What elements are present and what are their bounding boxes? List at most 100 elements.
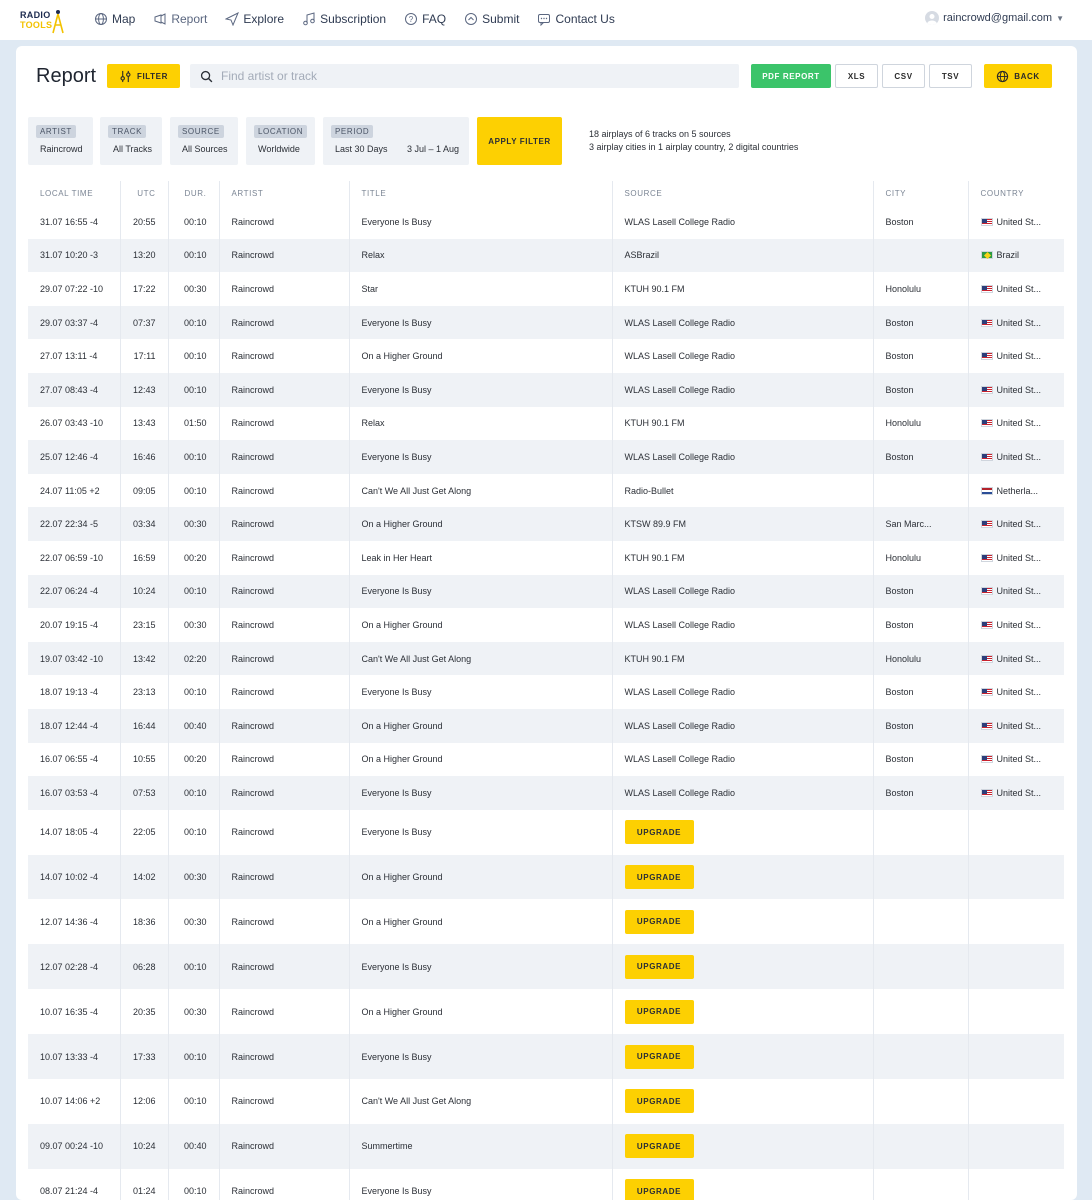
cell-city: Honolulu [872,641,968,676]
upgrade-button[interactable]: UPGRADE [624,999,694,1024]
filter-source[interactable]: SOURCE All Sources [170,117,238,165]
table-row[interactable]: 18.07 12:44 -4 16:44 00:40 Raincrowd On a Hi… [28,708,1064,743]
table-row[interactable]: 09.07 00:24 -10 10:24 00:40 Raincrowd Summer… [28,1123,1064,1169]
cell-country: Netherla... [967,473,1064,508]
country-label: United St... [996,519,1042,530]
cell-country: United St... [967,372,1064,407]
table-row[interactable]: 25.07 12:46 -4 16:46 00:10 Raincrowd Everyon… [28,440,1064,474]
cell-local-time: 19.07 03:42 -10 [28,641,120,676]
cell-utc: 22:05 [119,809,168,855]
table-row[interactable]: 10.07 16:35 -4 20:35 00:30 Raincrowd On a Hi… [28,989,1064,1035]
filter-period[interactable]: PERIOD Last 30 Days 3 Jul – 1 Aug [323,117,469,165]
upgrade-button[interactable]: UPGRADE [624,954,694,979]
send-icon [225,12,240,26]
filter-track[interactable]: TRACK All Tracks [100,117,162,165]
nav-map[interactable]: Map [94,12,135,26]
user-menu[interactable]: raincrowd@gmail.com ▼ [925,11,1064,25]
upgrade-button[interactable]: UPGRADE [624,909,694,934]
cell-utc: 03:34 [119,507,168,541]
pdf-report-button[interactable]: PDF REPORT [751,64,831,88]
tsv-button[interactable]: TSV [929,64,972,88]
table-row[interactable]: 27.07 13:11 -4 17:11 00:10 Raincrowd On a Hi… [28,339,1064,373]
table-row[interactable]: 14.07 10:02 -4 14:02 00:30 Raincrowd On a Hi… [28,854,1064,900]
header-country[interactable]: COUNTRY [967,181,1064,205]
cell-local-time: 31.07 10:20 -3 [28,238,120,273]
cell-local-time: 10.07 13:33 -4 [28,1034,120,1080]
cell-duration: 00:30 [167,507,219,541]
table-row[interactable]: 22.07 06:24 -4 10:24 00:10 Raincrowd Everyon… [28,574,1064,609]
nav-faq[interactable]: ? FAQ [404,12,446,26]
cell-title: Everyone Is Busy [348,776,612,810]
country-label: United St... [996,754,1042,765]
back-button-label: BACK [1014,71,1040,81]
nav-submit[interactable]: Submit [464,12,519,26]
country-label: Brazil [996,250,1020,261]
table-row[interactable]: 14.07 18:05 -4 22:05 00:10 Raincrowd Everyon… [28,809,1064,855]
cell-artist: Raincrowd [218,305,349,340]
filter-location[interactable]: LOCATION Worldwide [246,117,315,165]
nav-subscription[interactable]: Subscription [302,12,386,26]
header-artist[interactable]: ARTIST [218,181,349,205]
cell-source: KTUH 90.1 FM [611,406,873,441]
flag-us-icon [980,284,993,293]
nav-report[interactable]: Report [153,12,207,26]
table-row[interactable]: 29.07 03:37 -4 07:37 00:10 Raincrowd Everyon… [28,305,1064,340]
cell-source: WLAS Lasell College Radio [611,205,873,239]
cell-source: WLAS Lasell College Radio [611,574,873,609]
search-input[interactable] [221,69,721,83]
cell-city: San Marc... [872,507,968,541]
table-row[interactable]: 26.07 03:43 -10 13:43 01:50 Raincrowd Relax K… [28,406,1064,441]
radio-tools-logo[interactable]: RADIO TOOLS [20,4,66,36]
xls-button[interactable]: XLS [835,64,878,88]
nav-explore[interactable]: Explore [225,12,284,26]
table-row[interactable]: 12.07 02:28 -4 06:28 00:10 Raincrowd Everyon… [28,944,1064,990]
header-local-time[interactable]: LOCAL TIME [28,181,120,205]
header-source[interactable]: SOURCE [611,181,873,205]
header-city[interactable]: CITY [872,181,968,205]
cell-country [967,1034,1064,1080]
airplay-table: LOCAL TIME UTC DUR. ARTIST TITLE SOURCE … [28,181,1064,1200]
upgrade-button[interactable]: UPGRADE [624,1134,694,1159]
cell-utc: 20:55 [119,205,168,239]
table-row[interactable]: 19.07 03:42 -10 13:42 02:20 Raincrowd Can't … [28,641,1064,676]
table-row[interactable]: 22.07 22:34 -5 03:34 00:30 Raincrowd On a Hi… [28,507,1064,541]
filter-artist-value: Raincrowd [40,144,83,154]
upgrade-button[interactable]: UPGRADE [624,820,694,845]
header-duration[interactable]: DUR. [167,181,219,205]
table-row[interactable]: 29.07 07:22 -10 17:22 00:30 Raincrowd Star KT… [28,272,1064,306]
table-row[interactable]: 27.07 08:43 -4 12:43 00:10 Raincrowd Everyon… [28,372,1064,407]
cell-title: Can't We All Just Get Along [348,1079,612,1124]
filter-artist[interactable]: ARTIST Raincrowd [28,117,93,165]
csv-button[interactable]: CSV [882,64,925,88]
header-utc[interactable]: UTC [119,181,168,205]
table-row[interactable]: 20.07 19:15 -4 23:15 00:30 Raincrowd On a Hi… [28,608,1064,642]
upgrade-button[interactable]: UPGRADE [624,1179,694,1200]
table-row[interactable]: 18.07 19:13 -4 23:13 00:10 Raincrowd Everyon… [28,675,1064,709]
upgrade-button[interactable]: UPGRADE [624,1044,694,1069]
table-row[interactable]: 31.07 10:20 -3 13:20 00:10 Raincrowd Relax AS… [28,238,1064,273]
cell-utc: 07:53 [119,776,168,810]
table-row[interactable]: 10.07 14:06 +2 12:06 00:10 Raincrowd Can't W… [28,1079,1064,1124]
nav-contact[interactable]: Contact Us [537,12,615,26]
table-row[interactable]: 16.07 03:53 -4 07:53 00:10 Raincrowd Everyon… [28,776,1064,810]
filter-button[interactable]: FILTER [107,64,180,88]
megaphone-icon [154,13,166,25]
cell-local-time: 14.07 10:02 -4 [28,854,120,900]
table-row[interactable]: 31.07 16:55 -4 20:55 00:10 Raincrowd Everyon… [28,205,1064,239]
table-row[interactable]: 08.07 21:24 -4 01:24 00:10 Raincrowd Everyon… [28,1168,1064,1200]
cell-city: Boston [872,675,968,709]
table-row[interactable]: 12.07 14:36 -4 18:36 00:30 Raincrowd On a Hi… [28,899,1064,945]
header-title[interactable]: TITLE [348,181,612,205]
back-button[interactable]: BACK [984,64,1052,88]
apply-filter-button[interactable]: APPLY FILTER [477,117,562,165]
cell-local-time: 22.07 06:59 -10 [40,552,104,563]
search-bar[interactable] [190,64,739,88]
upgrade-button[interactable]: UPGRADE [624,1089,694,1114]
table-row[interactable]: 10.07 13:33 -4 17:33 00:10 Raincrowd Everyon… [28,1034,1064,1080]
table-row[interactable]: 22.07 06:59 -10 16:59 00:20 Raincrowd Leak i… [28,540,1064,575]
cell-artist: Raincrowd [218,989,349,1035]
cell-city [872,854,968,900]
upgrade-button[interactable]: UPGRADE [624,865,694,890]
table-row[interactable]: 24.07 11:05 +2 09:05 00:10 Raincrowd Can't W… [28,473,1064,508]
table-row[interactable]: 16.07 06:55 -4 10:55 00:20 Raincrowd On a Hi… [28,742,1064,777]
